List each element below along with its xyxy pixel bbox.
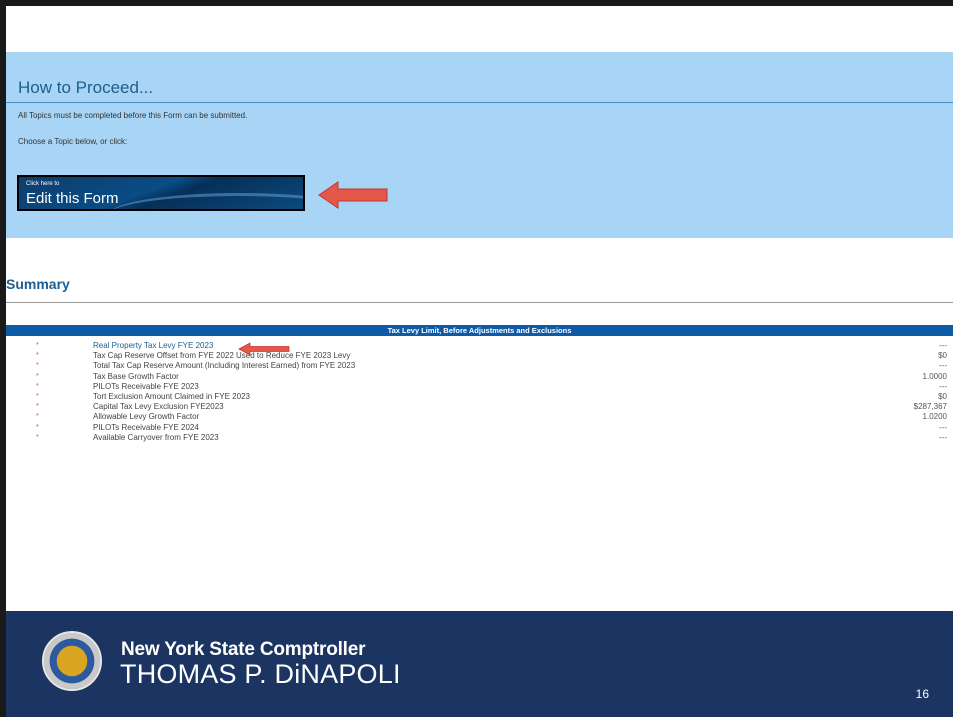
summary-title: Summary	[6, 276, 70, 292]
required-marker: *	[36, 362, 39, 370]
topic-link[interactable]: PILOTs Receivable FYE 2023	[93, 382, 199, 392]
button-swoosh-decoration	[109, 193, 303, 209]
comptroller-footer: New York State Comptroller THOMAS P. DiN…	[6, 611, 953, 717]
how-to-proceed-panel: How to Proceed... All Topics must be com…	[6, 52, 953, 238]
required-marker: *	[36, 423, 39, 431]
topic-value: ---	[939, 381, 947, 391]
topic-row[interactable]: * Real Property Tax Levy FYE 2023 ---	[6, 341, 953, 351]
topic-row[interactable]: * PILOTs Receivable FYE 2023 ---	[6, 382, 953, 392]
topic-value: ---	[939, 422, 947, 432]
required-marker: *	[36, 392, 39, 400]
choose-topic-instruction: Choose a Topic below, or click:	[18, 137, 128, 146]
topic-row[interactable]: * Tort Exclusion Amount Claimed in FYE 2…	[6, 392, 953, 402]
topic-value: $0	[938, 391, 947, 401]
required-marker: *	[36, 342, 39, 349]
topic-row[interactable]: * Tax Base Growth Factor 1.0000	[6, 372, 953, 382]
topic-row[interactable]: * Capital Tax Levy Exclusion FYE2023 $28…	[6, 402, 953, 412]
topic-link[interactable]: PILOTs Receivable FYE 2024	[93, 423, 199, 433]
topic-link[interactable]: Capital Tax Levy Exclusion FYE2023	[93, 402, 224, 412]
topic-link[interactable]: Tort Exclusion Amount Claimed in FYE 202…	[93, 392, 250, 402]
topic-value: ---	[939, 341, 947, 350]
topic-row[interactable]: * Total Tax Cap Reserve Amount (Includin…	[6, 361, 953, 371]
how-to-proceed-divider	[6, 102, 953, 103]
required-marker: *	[36, 382, 39, 390]
topic-link[interactable]: Total Tax Cap Reserve Amount (Including …	[93, 361, 355, 371]
topic-link[interactable]: Real Property Tax Levy FYE 2023	[93, 341, 213, 351]
topic-row[interactable]: * Available Carryover from FYE 2023 ---	[6, 433, 953, 443]
summary-divider	[6, 302, 953, 303]
topic-link[interactable]: Tax Base Growth Factor	[93, 372, 179, 382]
required-marker: *	[36, 372, 39, 380]
required-marker: *	[36, 403, 39, 411]
topic-link[interactable]: Allowable Levy Growth Factor	[93, 412, 199, 422]
topic-value: $287,367	[913, 402, 947, 412]
topic-link[interactable]: Available Carryover from FYE 2023	[93, 433, 219, 443]
required-marker: *	[36, 413, 39, 421]
topic-row[interactable]: * Allowable Levy Growth Factor 1.0200	[6, 412, 953, 422]
topic-row[interactable]: * PILOTs Receivable FYE 2024 ---	[6, 423, 953, 433]
completion-instruction: All Topics must be completed before this…	[18, 111, 248, 120]
topic-value: ---	[939, 361, 947, 371]
topic-value: ---	[939, 432, 947, 442]
red-arrow-icon	[238, 342, 290, 356]
required-marker: *	[36, 433, 39, 441]
red-arrow-icon	[318, 181, 388, 209]
edit-button-label: Edit this Form	[26, 190, 119, 207]
footer-office-name: New York State Comptroller	[121, 639, 366, 660]
required-marker: *	[36, 352, 39, 360]
topic-value: $0	[938, 351, 947, 361]
topic-link[interactable]: Tax Cap Reserve Offset from FYE 2022 Use…	[93, 351, 350, 361]
tax-levy-table-header: Tax Levy Limit, Before Adjustments and E…	[6, 325, 953, 336]
edit-this-form-button[interactable]: Click here to Edit this Form	[17, 175, 305, 211]
footer-comptroller-name: THOMAS P. DiNAPOLI	[120, 659, 401, 689]
topic-value: 1.0200	[922, 412, 947, 422]
topic-row[interactable]: * Tax Cap Reserve Offset from FYE 2022 U…	[6, 351, 953, 361]
slide-top-border	[0, 0, 953, 6]
how-to-proceed-title: How to Proceed...	[18, 78, 154, 97]
topic-value: 1.0000	[922, 371, 947, 381]
slide-page-number: 16	[915, 687, 929, 701]
tax-levy-topic-list: * Real Property Tax Levy FYE 2023 --- * …	[6, 341, 953, 443]
edit-button-caption: Click here to	[26, 181, 60, 187]
state-seal-icon	[42, 631, 102, 691]
